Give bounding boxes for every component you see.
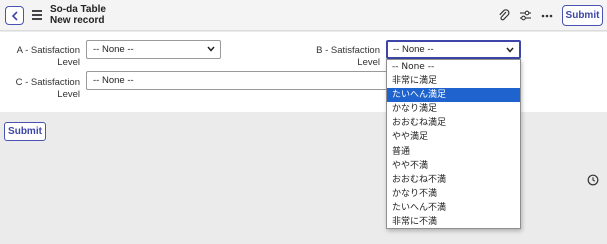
back-button[interactable] — [5, 6, 24, 25]
more-icon[interactable] — [540, 9, 554, 23]
dropdown-option[interactable]: おおむね満足 — [387, 116, 520, 130]
dropdown-option[interactable]: 非常に満足 — [387, 74, 520, 88]
chevron-left-icon — [11, 10, 18, 21]
record-title: New record — [50, 15, 105, 26]
field-c-value: -- None -- — [93, 75, 134, 86]
field-b-select[interactable]: -- None -- — [386, 40, 521, 59]
field-a-label: A - Satisfaction Level — [16, 45, 80, 68]
field-c-label: C - Satisfaction Level — [15, 77, 80, 100]
field-b-dropdown-list: -- None -- 非常に満足 たいへん満足 かなり満足 おおむね満足 やや満… — [386, 59, 521, 229]
dropdown-option[interactable]: やや不満 — [387, 159, 520, 173]
dropdown-option[interactable]: かなり不満 — [387, 187, 520, 201]
menu-icon[interactable] — [32, 10, 42, 20]
dropdown-option[interactable]: やや満足 — [387, 130, 520, 144]
sliders-icon[interactable] — [518, 9, 532, 23]
dropdown-option[interactable]: 非常に不満 — [387, 215, 520, 229]
table-name: So-da Table — [50, 4, 106, 15]
dropdown-option[interactable]: おおむね不満 — [387, 173, 520, 187]
dropdown-option[interactable]: 普通 — [387, 145, 520, 159]
field-a-select[interactable]: -- None -- — [86, 40, 221, 59]
record-title-block: So-da Table New record — [50, 4, 106, 26]
field-b-label: B - Satisfaction Level — [316, 45, 380, 68]
dropdown-option[interactable]: -- None -- — [387, 60, 520, 74]
field-a-value: -- None -- — [93, 44, 134, 55]
submit-button[interactable]: Submit — [4, 122, 46, 141]
field-b-value: -- None -- — [393, 44, 434, 55]
form-header: So-da Table New record Submit — [0, 0, 607, 31]
chevron-down-icon — [506, 47, 514, 53]
dropdown-option-highlighted[interactable]: たいへん満足 — [387, 88, 520, 103]
dropdown-option[interactable]: かなり満足 — [387, 102, 520, 116]
clock-icon[interactable] — [587, 174, 599, 186]
dropdown-option[interactable]: たいへん不満 — [387, 201, 520, 215]
submit-button-header[interactable]: Submit — [562, 5, 603, 26]
chevron-down-icon — [207, 46, 215, 52]
paperclip-icon[interactable] — [497, 9, 511, 23]
